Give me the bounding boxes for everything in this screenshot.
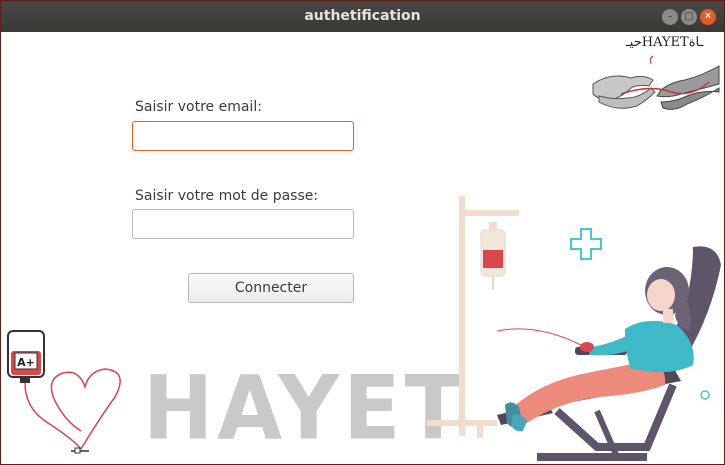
- hayet-logo-text: حيـHAYETـاة: [626, 35, 704, 50]
- email-label: Saisir votre email:: [135, 99, 262, 115]
- title-bar[interactable]: authetification – □ ✕: [1, 1, 724, 32]
- heart-tube-icon: [50, 368, 121, 450]
- connect-button[interactable]: Connecter: [188, 273, 354, 303]
- auth-window: authetification – □ ✕ Saisir votre email…: [0, 0, 725, 465]
- maximize-button[interactable]: □: [681, 9, 697, 25]
- window-title: authetification: [304, 8, 421, 24]
- password-label: Saisir votre mot de passe:: [135, 188, 319, 204]
- password-field[interactable]: [132, 209, 354, 239]
- hayet-watermark: HAYET: [143, 356, 466, 460]
- blood-type-label: A+: [17, 356, 35, 369]
- login-panel: Saisir votre email: Saisir votre mot de …: [1, 32, 724, 464]
- minimize-button[interactable]: –: [662, 9, 678, 25]
- email-field[interactable]: [132, 121, 354, 151]
- blood-bag-icon: A+: [7, 330, 121, 454]
- donor-chair-icon: [497, 246, 721, 461]
- close-button[interactable]: ✕: [700, 9, 716, 25]
- hands-icon: [592, 55, 720, 110]
